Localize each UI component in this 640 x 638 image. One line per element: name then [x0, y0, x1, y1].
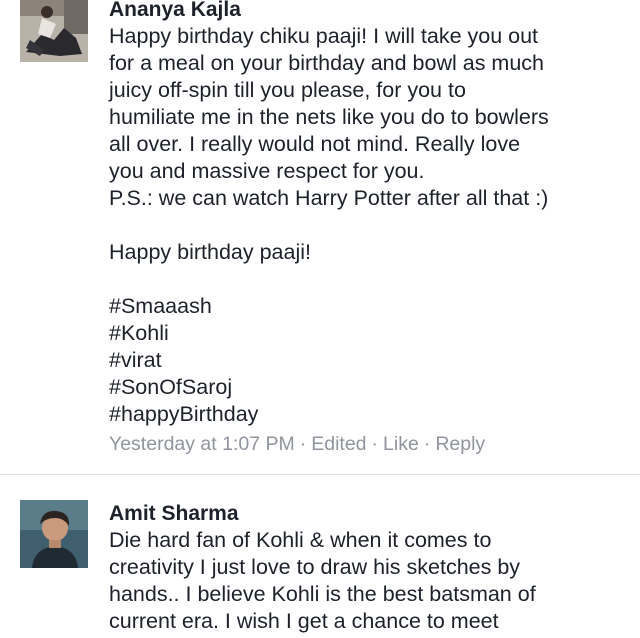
user-photo-icon — [20, 0, 88, 62]
like-button[interactable]: Like — [383, 433, 419, 455]
comment-text-line: current era. I wish I get a chance to me… — [109, 609, 499, 633]
hashtag-link[interactable]: #Smaaash — [109, 293, 629, 320]
comment-text-line: juicy off-spin till you please, for you … — [109, 78, 466, 102]
edited-label[interactable]: Edited — [311, 433, 366, 455]
comment-closing: Happy birthday paaji! — [109, 240, 311, 264]
user-photo-icon — [20, 500, 88, 568]
meta-separator: · — [299, 433, 307, 455]
hashtag-link[interactable]: #happyBirthday — [109, 401, 629, 428]
hashtag-link[interactable]: #virat — [109, 347, 629, 374]
comment-text-line: all over. I really would not mind. Reall… — [109, 132, 521, 156]
comment-text-line: humiliate me in the nets like you do to … — [109, 105, 549, 129]
comment-text-line: hands.. I believe Kohli is the best bats… — [109, 582, 536, 606]
comment-text-line: creativity I just love to draw his sketc… — [109, 555, 521, 579]
comment-text-line: Happy birthday chiku paaji! I will take … — [109, 24, 539, 48]
meta-separator: · — [423, 433, 431, 455]
comment: Amit Sharma Die hard fan of Kohli & when… — [0, 476, 640, 638]
avatar[interactable] — [20, 500, 88, 568]
hashtag-link[interactable]: #Kohli — [109, 320, 629, 347]
reply-button[interactable]: Reply — [435, 433, 485, 455]
avatar[interactable] — [20, 0, 88, 62]
comment-text-line: Die hard fan of Kohli & when it comes to — [109, 528, 492, 552]
comment-divider — [0, 474, 640, 475]
comment-meta: Yesterday at 1:07 PM · Edited · Like · Reply — [109, 432, 485, 456]
comment: Ananya Kajla Happy birthday chiku paaji!… — [0, 0, 640, 474]
comment-timestamp[interactable]: Yesterday at 1:07 PM — [109, 433, 295, 455]
comment-text-line: P.S.: we can watch Harry Potter after al… — [109, 186, 549, 210]
hashtag-link[interactable]: #SonOfSaroj — [109, 374, 629, 401]
meta-separator: · — [371, 433, 379, 455]
comment-text-line: you and massive respect for you. — [109, 159, 425, 183]
comment-text: Die hard fan of Kohli & when it comes to… — [109, 527, 629, 635]
comment-text: Happy birthday chiku paaji! I will take … — [109, 23, 629, 428]
comment-author[interactable]: Amit Sharma — [109, 500, 239, 527]
comment-author[interactable]: Ananya Kajla — [109, 0, 241, 23]
comment-text-line: for a meal on your birthday and bowl as … — [109, 51, 545, 75]
